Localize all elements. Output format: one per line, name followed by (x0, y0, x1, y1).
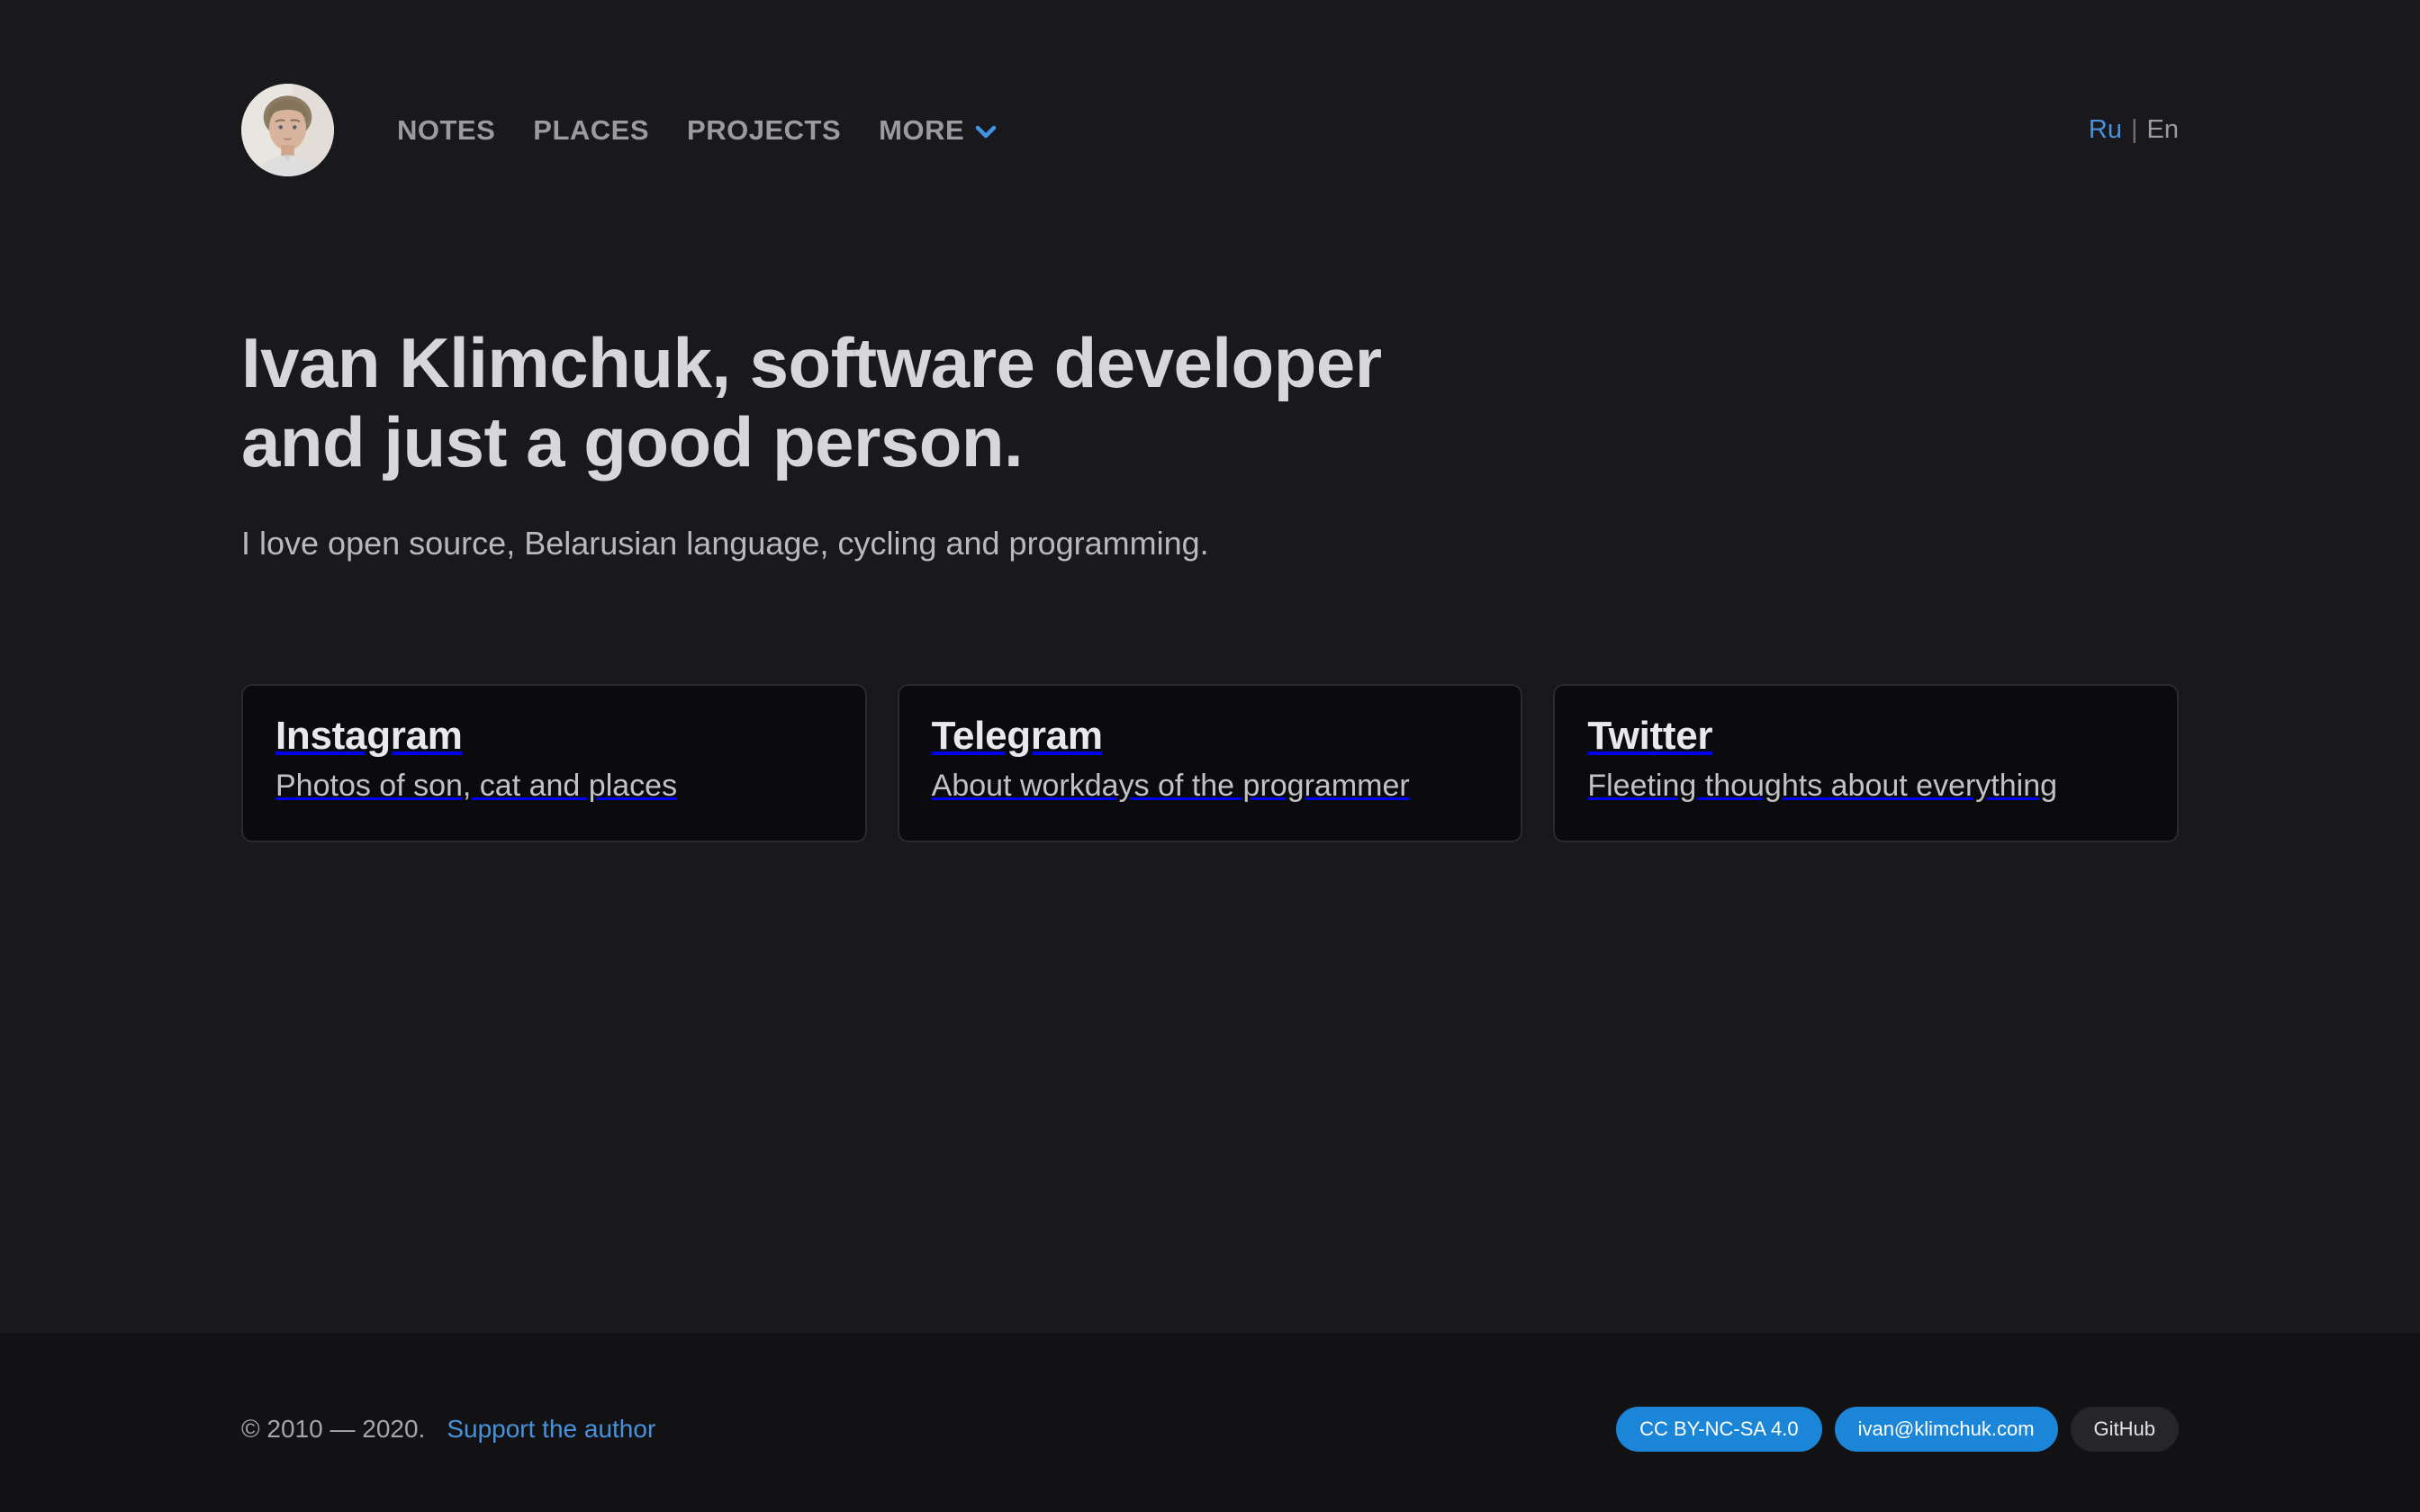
language-switcher: Ru | En (2089, 117, 2179, 143)
site-footer: © 2010 — 2020. Support the author CC BY-… (0, 1333, 2420, 1512)
language-separator: | (2131, 115, 2138, 144)
nav-item-projects[interactable]: PROJECTS (687, 116, 841, 144)
hero-subtitle: I love open source, Belarusian language,… (241, 523, 2179, 565)
card-twitter[interactable]: Twitter Fleeting thoughts about everythi… (1553, 684, 2179, 842)
nav-item-notes[interactable]: NOTES (397, 116, 495, 144)
nav-item-more-label: MORE (879, 116, 964, 144)
hero-section: Ivan Klimchuk, software developer and ju… (241, 323, 2179, 565)
page-title-line-1: Ivan Klimchuk, software developer (241, 323, 2179, 402)
card-instagram[interactable]: Instagram Photos of son, cat and places (241, 684, 867, 842)
card-instagram-title: Instagram (275, 713, 833, 760)
card-telegram-title: Telegram (932, 713, 1489, 760)
nav-item-places[interactable]: PLACES (533, 116, 649, 144)
chevron-down-icon (975, 125, 997, 139)
footer-badges: CC BY-NC-SA 4.0 ivan@klimchuk.com GitHub (1616, 1407, 2179, 1452)
social-cards: Instagram Photos of son, cat and places … (241, 684, 2179, 842)
site-header: NOTES PLACES PROJECTS MORE Ru | En (241, 0, 2179, 176)
avatar[interactable] (241, 84, 334, 176)
language-ru-link[interactable]: Ru (2089, 115, 2122, 144)
main-content: Ivan Klimchuk, software developer and ju… (241, 176, 2179, 842)
nav-item-more[interactable]: MORE (879, 116, 997, 144)
card-instagram-description: Photos of son, cat and places (275, 768, 833, 805)
card-telegram[interactable]: Telegram About workdays of the programme… (898, 684, 1523, 842)
page-title: Ivan Klimchuk, software developer and ju… (241, 323, 2179, 482)
email-badge[interactable]: ivan@klimchuk.com (1835, 1407, 2058, 1452)
support-author-link[interactable]: Support the author (447, 1415, 655, 1444)
card-twitter-title: Twitter (1587, 713, 2145, 760)
main-nav: NOTES PLACES PROJECTS MORE (397, 116, 997, 144)
card-twitter-description: Fleeting thoughts about everything (1587, 768, 2145, 805)
github-badge[interactable]: GitHub (2071, 1407, 2179, 1452)
license-badge[interactable]: CC BY-NC-SA 4.0 (1616, 1407, 1821, 1452)
language-en-current: En (2147, 115, 2179, 144)
copyright-text: © 2010 — 2020. (241, 1415, 425, 1444)
card-telegram-description: About workdays of the programmer (932, 768, 1489, 805)
avatar-photo (241, 84, 334, 176)
page-title-line-2: and just a good person. (241, 402, 2179, 482)
